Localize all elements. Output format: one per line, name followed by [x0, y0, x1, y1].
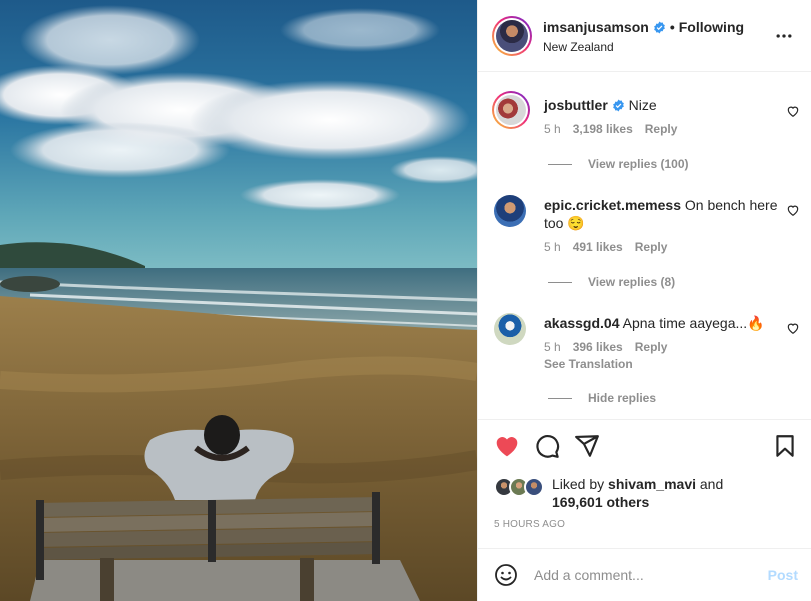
liked-by-text: Liked by shivam_mavi and 169,601 others	[552, 475, 723, 511]
reply-button[interactable]: Reply	[645, 122, 678, 136]
comment-icon[interactable]	[534, 433, 560, 459]
view-replies-button[interactable]: View replies (100)	[548, 157, 689, 171]
comment-body: akassgd.04 Apna time aayega...🔥	[544, 314, 778, 332]
bookmark-icon[interactable]	[772, 433, 798, 459]
post-side-panel: imsanjusamson • Following New Zealand josb…	[477, 0, 811, 601]
see-translation-button[interactable]: See Translation	[544, 357, 633, 371]
author-avatar[interactable]	[492, 16, 532, 56]
author-username[interactable]: imsanjusamson	[543, 19, 649, 35]
hide-replies-button[interactable]: Hide replies	[548, 391, 656, 405]
replies-divider	[548, 282, 572, 284]
following-button[interactable]: Following	[679, 19, 744, 35]
commenter-avatar[interactable]	[494, 313, 526, 345]
post-location[interactable]: New Zealand	[543, 40, 614, 54]
comment-body: josbuttler Nize	[544, 96, 778, 114]
comment-username[interactable]: akassgd.04	[544, 315, 620, 331]
replies-divider	[548, 398, 572, 400]
post-actions: Liked by shivam_mavi and 169,601 others …	[478, 419, 811, 549]
replies-divider	[548, 164, 572, 166]
comment-username[interactable]: epic.cricket.memess	[544, 197, 681, 213]
reply-button[interactable]: Reply	[635, 340, 668, 354]
comment-meta: 5 h 3,198 likes Reply	[544, 122, 689, 136]
comments-list: josbuttler Nize 5 h 3,198 likes Reply View…	[478, 73, 811, 419]
comment-like-heart-icon[interactable]	[786, 203, 800, 217]
share-icon[interactable]	[574, 433, 600, 459]
reply-button[interactable]: Reply	[635, 240, 668, 254]
add-comment-bar: Post	[478, 548, 811, 601]
comment-time[interactable]: 5 h	[544, 240, 561, 254]
liked-by-joiner: and	[699, 476, 724, 492]
comment-emoji: 😌	[567, 215, 585, 231]
replies-toggle-label: View replies (8)	[588, 275, 676, 289]
comment-input[interactable]	[534, 563, 754, 587]
comment-emoji: 🔥	[747, 315, 765, 331]
replies-toggle-label: View replies (100)	[588, 157, 689, 171]
header-separator: •	[669, 19, 675, 35]
liked-by-prefix: Liked by	[552, 476, 605, 492]
verified-badge-icon	[653, 21, 665, 34]
post-header: imsanjusamson • Following New Zealand	[478, 0, 811, 72]
liked-by-user[interactable]: shivam_mavi	[608, 476, 696, 492]
comment-likes[interactable]: 3,198 likes	[573, 122, 633, 136]
comment-likes[interactable]: 396 likes	[573, 340, 623, 354]
comment-meta: 5 h 396 likes Reply	[544, 340, 679, 354]
commenter-avatar[interactable]	[492, 91, 530, 129]
comment-likes[interactable]: 491 likes	[573, 240, 623, 254]
comment-username[interactable]: josbuttler	[544, 97, 608, 113]
verified-badge-icon	[612, 99, 624, 112]
more-horizontal-icon[interactable]	[774, 26, 794, 46]
post-timestamp[interactable]: 5 HOURS AGO	[494, 519, 565, 530]
comment-text: Apna time aayega...	[622, 315, 748, 331]
beach-bench-photo	[0, 0, 477, 601]
comment-body: epic.cricket.memess On bench here too 😌	[544, 196, 778, 232]
comment-like-heart-icon[interactable]	[786, 321, 800, 335]
comment-time[interactable]: 5 h	[544, 340, 561, 354]
comment-text: Nize	[628, 97, 657, 113]
smiley-icon[interactable]	[494, 563, 518, 587]
post-photo[interactable]	[0, 0, 477, 601]
instagram-post-view: imsanjusamson • Following New Zealand josb…	[0, 0, 811, 601]
liker-avatar[interactable]	[524, 477, 544, 497]
comment-meta: 5 h 491 likes Reply	[544, 240, 679, 254]
post-comment-button[interactable]: Post	[768, 567, 798, 583]
heart-filled-icon[interactable]	[494, 433, 520, 459]
liked-by-others[interactable]: 169,601 others	[552, 494, 649, 510]
comment-time[interactable]: 5 h	[544, 122, 561, 136]
replies-toggle-label: Hide replies	[588, 391, 657, 405]
commenter-avatar[interactable]	[494, 195, 526, 227]
comment-like-heart-icon[interactable]	[786, 104, 800, 118]
view-replies-button[interactable]: View replies (8)	[548, 275, 675, 289]
